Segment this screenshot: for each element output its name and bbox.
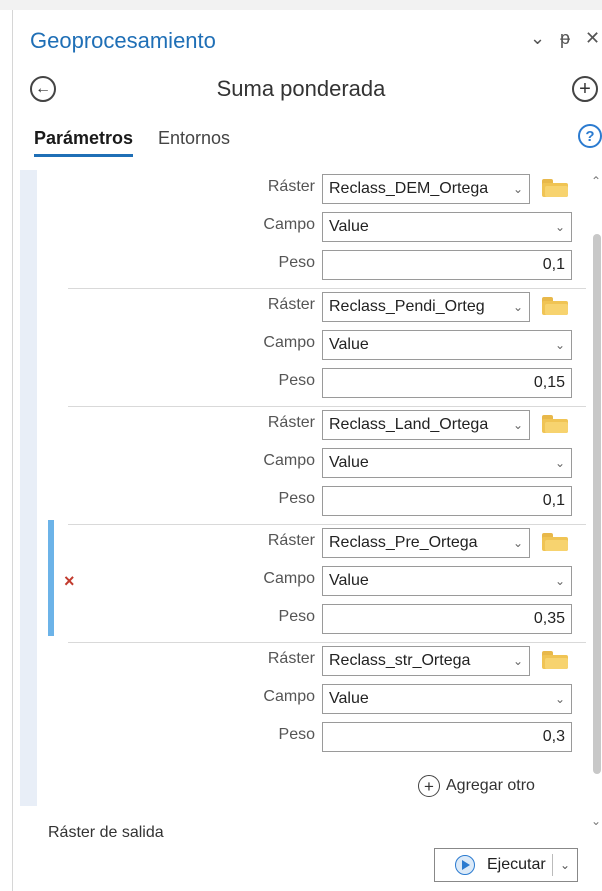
active-row-indicator (48, 520, 54, 636)
peso-input[interactable]: 0,15 (322, 368, 572, 398)
chevron-down-icon[interactable]: ⌄ (507, 536, 529, 550)
raster-label: Ráster (267, 414, 315, 431)
chevron-down-icon[interactable]: ⌄ (507, 182, 529, 196)
campo-label: Campo (263, 452, 315, 469)
chevron-down-icon[interactable]: ⌄ (507, 654, 529, 668)
chevron-down-icon[interactable]: ⌄ (549, 220, 571, 234)
help-icon[interactable]: ? (578, 124, 602, 148)
output-raster-label: Ráster de salida (48, 824, 164, 841)
run-button[interactable]: Ejecutar ⌄ (434, 848, 578, 882)
raster-label: Ráster (267, 296, 315, 313)
add-other-label: Agregar otro (446, 777, 535, 794)
raster-value: Reclass_str_Ortega (329, 652, 471, 669)
raster-value: Reclass_Pendi_Orteg (329, 298, 485, 315)
weighted-input-group: Ráster Reclass_Pendi_Orteg ⌄ Campo Value… (0, 288, 602, 400)
peso-label: Peso (278, 372, 315, 389)
pane-menu-chevron-icon[interactable]: ⌄ (530, 28, 545, 49)
browse-folder-icon[interactable] (542, 533, 568, 551)
raster-dropdown[interactable]: Reclass_str_Ortega ⌄ (322, 646, 530, 676)
window-top-strip (0, 0, 602, 10)
weighted-input-group: Ráster Reclass_DEM_Ortega ⌄ Campo Value … (0, 170, 602, 282)
chevron-down-icon[interactable]: ⌄ (549, 692, 571, 706)
weighted-input-group: Ráster Reclass_Land_Ortega ⌄ Campo Value… (0, 406, 602, 518)
tab-entornos[interactable]: Entornos (158, 128, 230, 149)
peso-input[interactable]: 0,3 (322, 722, 572, 752)
add-other-button[interactable]: + Agregar otro (418, 775, 535, 797)
weighted-input-group: Ráster Reclass_Pre_Ortega ⌄ Campo Value … (0, 524, 602, 636)
raster-label: Ráster (267, 178, 315, 195)
peso-label: Peso (278, 490, 315, 507)
raster-value: Reclass_Land_Ortega (329, 416, 489, 433)
group-divider (68, 288, 586, 289)
raster-value: Reclass_DEM_Ortega (329, 180, 489, 197)
raster-dropdown[interactable]: Reclass_Pre_Ortega ⌄ (322, 528, 530, 558)
chevron-down-icon[interactable]: ⌄ (549, 338, 571, 352)
raster-label: Ráster (267, 532, 315, 549)
tool-header: ← Suma ponderada + (0, 70, 602, 110)
pin-icon[interactable]: ᵽ (560, 28, 570, 49)
raster-dropdown[interactable]: Reclass_DEM_Ortega ⌄ (322, 174, 530, 204)
campo-label: Campo (263, 570, 315, 587)
raster-label: Ráster (267, 650, 315, 667)
add-circle-icon[interactable]: + (572, 76, 598, 102)
chevron-down-icon[interactable]: ⌄ (507, 300, 529, 314)
peso-label: Peso (278, 608, 315, 625)
campo-value: Value (329, 336, 369, 353)
pane-title: Geoprocesamiento (30, 28, 216, 53)
campo-value: Value (329, 454, 369, 471)
run-label: Ejecutar (487, 856, 546, 873)
peso-input[interactable]: 0,1 (322, 250, 572, 280)
campo-value: Value (329, 690, 369, 707)
campo-dropdown[interactable]: Value ⌄ (322, 448, 572, 478)
plus-circle-icon: + (418, 775, 440, 797)
group-divider (68, 642, 586, 643)
chevron-down-icon[interactable]: ⌄ (553, 858, 577, 872)
tool-title: Suma ponderada (216, 76, 386, 101)
campo-dropdown[interactable]: Value ⌄ (322, 566, 572, 596)
weighted-input-group: Ráster Reclass_str_Ortega ⌄ Campo Value … (0, 642, 602, 754)
scroll-down-icon[interactable]: ⌄ (591, 814, 601, 828)
browse-folder-icon[interactable] (542, 297, 568, 315)
campo-dropdown[interactable]: Value ⌄ (322, 212, 572, 242)
tab-parametros[interactable]: Parámetros (34, 128, 134, 157)
close-icon[interactable]: ✕ (585, 28, 600, 49)
campo-dropdown[interactable]: Value ⌄ (322, 330, 572, 360)
raster-dropdown[interactable]: Reclass_Land_Ortega ⌄ (322, 410, 530, 440)
campo-label: Campo (263, 688, 315, 705)
group-divider (68, 524, 586, 525)
browse-folder-icon[interactable] (542, 415, 568, 433)
peso-input[interactable]: 0,35 (322, 604, 572, 634)
browse-folder-icon[interactable] (542, 179, 568, 197)
raster-dropdown[interactable]: Reclass_Pendi_Orteg ⌄ (322, 292, 530, 322)
browse-folder-icon[interactable] (542, 651, 568, 669)
group-divider (68, 406, 586, 407)
campo-value: Value (329, 572, 369, 589)
campo-value: Value (329, 218, 369, 235)
peso-input[interactable]: 0,1 (322, 486, 572, 516)
peso-label: Peso (278, 254, 315, 271)
chevron-down-icon[interactable]: ⌄ (507, 418, 529, 432)
raster-value: Reclass_Pre_Ortega (329, 534, 478, 551)
chevron-down-icon[interactable]: ⌄ (549, 456, 571, 470)
campo-label: Campo (263, 334, 315, 351)
peso-label: Peso (278, 726, 315, 743)
chevron-down-icon[interactable]: ⌄ (549, 574, 571, 588)
play-icon (455, 855, 475, 875)
campo-dropdown[interactable]: Value ⌄ (322, 684, 572, 714)
campo-label: Campo (263, 216, 315, 233)
remove-row-icon[interactable]: × (64, 571, 75, 592)
